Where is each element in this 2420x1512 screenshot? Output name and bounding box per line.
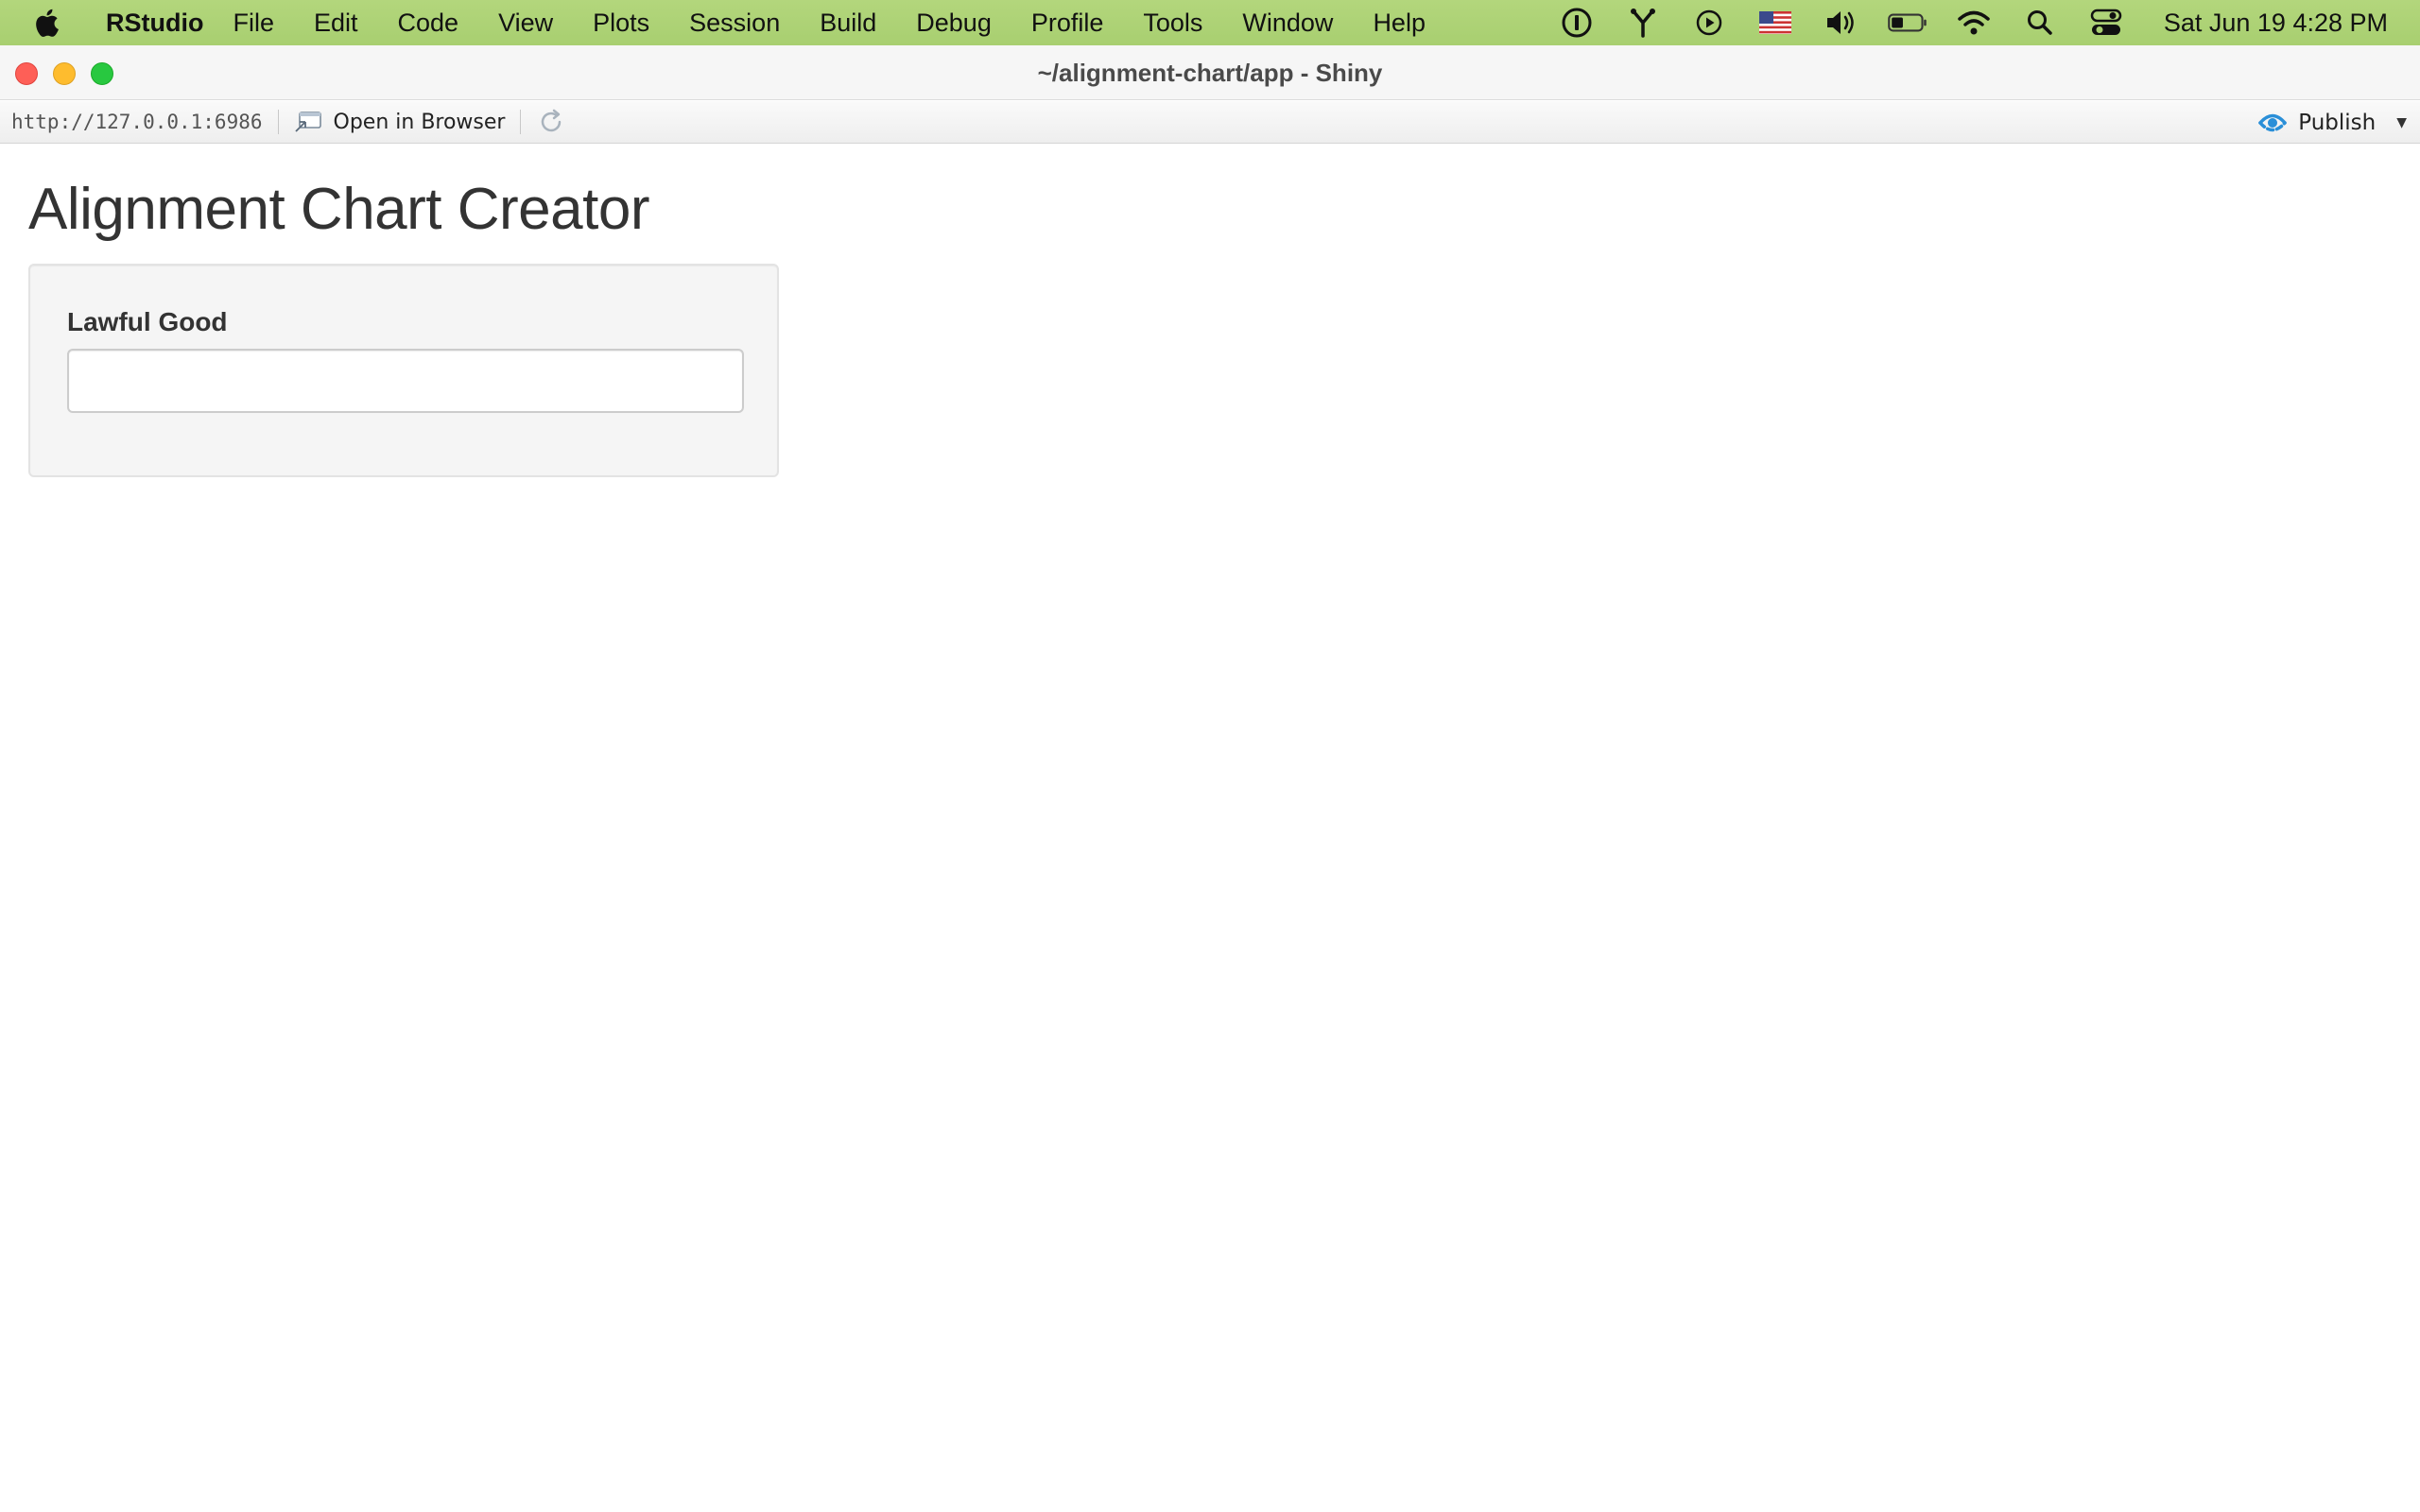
- publish-button[interactable]: Publish ▼: [2256, 101, 2407, 144]
- app-url[interactable]: http://127.0.0.1:6986: [11, 111, 263, 133]
- window-title: ~/alignment-chart/app - Shiny: [1037, 59, 1383, 87]
- control-center-icon[interactable]: [2086, 0, 2126, 45]
- menu-bar: RStudio File Edit Code View Plots Sessio…: [0, 0, 2420, 45]
- menu-tools[interactable]: Tools: [1123, 9, 1222, 38]
- apple-icon[interactable]: [34, 9, 76, 37]
- chevron-down-icon[interactable]: ▼: [2396, 115, 2407, 130]
- menu-edit[interactable]: Edit: [294, 9, 378, 38]
- window-titlebar: ~/alignment-chart/app - Shiny: [0, 45, 2420, 100]
- menu-build[interactable]: Build: [800, 9, 896, 38]
- menu-app-name[interactable]: RStudio: [106, 9, 203, 38]
- page-title: Alignment Chart Creator: [28, 177, 650, 242]
- menubar-status-area: Sat Jun 19 4:28 PM: [1544, 0, 2420, 45]
- 1password-icon[interactable]: [1557, 0, 1597, 45]
- menu-debug[interactable]: Debug: [896, 9, 1011, 38]
- menu-help[interactable]: Help: [1353, 9, 1445, 38]
- battery-icon[interactable]: [1888, 0, 1927, 45]
- menu-code[interactable]: Code: [378, 9, 479, 38]
- lawful-good-label: Lawful Good: [67, 307, 228, 336]
- volume-icon[interactable]: [1822, 0, 1861, 45]
- toolbar-separator: [277, 110, 279, 134]
- menu-profile[interactable]: Profile: [1011, 9, 1124, 38]
- fork-icon[interactable]: [1623, 0, 1663, 45]
- publish-label: Publish: [2298, 110, 2377, 135]
- publish-icon: [2256, 109, 2289, 137]
- menu-session[interactable]: Session: [669, 9, 800, 38]
- open-in-browser-label: Open in Browser: [333, 110, 506, 134]
- lawful-good-input[interactable]: [67, 349, 744, 413]
- wifi-icon[interactable]: [1954, 0, 1994, 45]
- refresh-icon[interactable]: [536, 107, 566, 137]
- menubar-clock[interactable]: Sat Jun 19 4:28 PM: [2164, 9, 2388, 38]
- viewer-toolbar: http://127.0.0.1:6986 Open in Browser Pu…: [0, 101, 2420, 144]
- menu-window[interactable]: Window: [1222, 9, 1353, 38]
- open-in-browser-button[interactable]: Open in Browser: [294, 110, 506, 134]
- open-in-browser-icon: [294, 112, 321, 132]
- spotlight-search-icon[interactable]: [2020, 0, 2060, 45]
- play-circle-icon[interactable]: [1689, 0, 1729, 45]
- menu-file[interactable]: File: [213, 9, 294, 38]
- toolbar-separator: [520, 110, 522, 134]
- sidebar-panel: Lawful Good: [28, 264, 779, 477]
- us-flag-icon[interactable]: [1755, 0, 1795, 45]
- menu-view[interactable]: View: [478, 9, 573, 38]
- menu-plots[interactable]: Plots: [573, 9, 669, 38]
